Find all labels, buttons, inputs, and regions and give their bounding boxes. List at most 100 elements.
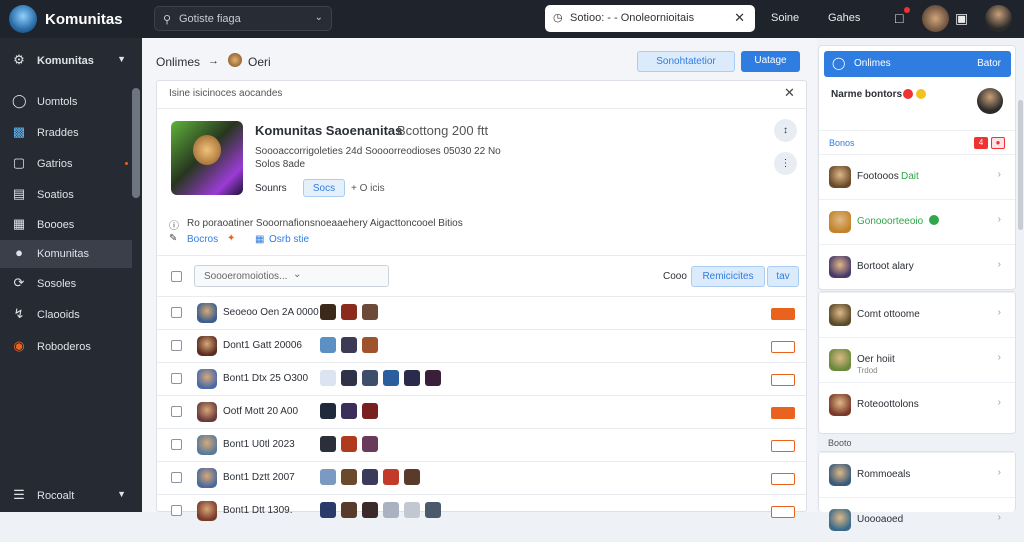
- thumbnail-image[interactable]: [320, 304, 336, 320]
- thumbnail-image[interactable]: [362, 304, 378, 320]
- row-checkbox[interactable]: [171, 373, 182, 384]
- sidebar-item-1[interactable]: ◯ Uomtols: [0, 88, 132, 116]
- sidebar-item-2[interactable]: ▩ Rraddes: [0, 119, 132, 147]
- row-action-button[interactable]: [771, 374, 795, 386]
- table-row[interactable]: Bont1 Dztt 2007: [157, 461, 806, 494]
- row-checkbox[interactable]: [171, 340, 182, 351]
- table-row[interactable]: Bont1 U0tl 2023: [157, 428, 806, 461]
- table-row[interactable]: Ootf Mott 20 A00: [157, 395, 806, 428]
- thumbnail-image[interactable]: [320, 370, 336, 386]
- right-list-item[interactable]: Footooos › Dait: [819, 154, 1015, 199]
- thumbnail-image[interactable]: [341, 469, 357, 485]
- chevron-right-icon[interactable]: ›: [998, 307, 1001, 318]
- breadcrumb-second[interactable]: Oeri: [248, 55, 271, 69]
- thumbnail-image[interactable]: [341, 436, 357, 452]
- user-avatar-small[interactable]: [922, 5, 949, 32]
- filter-button[interactable]: Remicicites: [691, 266, 765, 287]
- chevron-right-icon[interactable]: ›: [998, 214, 1001, 225]
- sidebar-item-7[interactable]: ⟳ Sosoles: [0, 270, 132, 298]
- chevron-right-icon[interactable]: ›: [998, 467, 1001, 478]
- more-icon[interactable]: ⋮: [774, 152, 797, 175]
- sidebar-item-3[interactable]: ▢ Gatrios: [0, 150, 132, 178]
- thumbnail-image[interactable]: [320, 337, 336, 353]
- thumbnail-image[interactable]: [320, 436, 336, 452]
- thumbnail-image[interactable]: [320, 502, 336, 518]
- thumbnail-image[interactable]: [341, 337, 357, 353]
- chevron-down-icon[interactable]: ⌄: [315, 12, 323, 23]
- table-row[interactable]: Seoeoo Oen 2A 0000: [157, 296, 806, 329]
- search-box[interactable]: ⚲ Gotiste fiaga ⌄: [154, 6, 332, 31]
- close-icon[interactable]: ✕: [734, 10, 745, 26]
- table-row[interactable]: Dont1 Gatt 20006: [157, 329, 806, 362]
- chevron-right-icon[interactable]: ›: [998, 397, 1001, 408]
- thumbnail-image[interactable]: [341, 304, 357, 320]
- chevron-right-icon[interactable]: ›: [998, 259, 1001, 270]
- row-action-button[interactable]: [771, 308, 795, 320]
- online-header-button[interactable]: ◯ Onlimes Bator: [824, 51, 1011, 77]
- topbar-link-1[interactable]: Soine: [771, 12, 799, 24]
- select-all-checkbox[interactable]: [171, 271, 182, 282]
- row-checkbox[interactable]: [171, 439, 182, 450]
- sidebar-scrollbar[interactable]: [132, 88, 140, 198]
- row-checkbox[interactable]: [171, 472, 182, 483]
- thumbnail-image[interactable]: [425, 370, 441, 386]
- secondary-action-button[interactable]: Sonohtatetior: [637, 51, 735, 72]
- sidebar-footer[interactable]: ☰ Rocoalt ▼: [0, 482, 132, 510]
- filter-small-button[interactable]: tav: [767, 266, 799, 287]
- thumbnail-image[interactable]: [383, 370, 399, 386]
- table-row[interactable]: Bont1 Dtx 25 O300: [157, 362, 806, 395]
- thumbnail-image[interactable]: [320, 469, 336, 485]
- notification-icon[interactable]: □: [895, 7, 910, 26]
- row-checkbox[interactable]: [171, 505, 182, 516]
- thumbnail-image[interactable]: [341, 370, 357, 386]
- thumbnail-image[interactable]: [341, 403, 357, 419]
- row-action-button[interactable]: [771, 341, 795, 353]
- link-2[interactable]: Osrb stie: [269, 234, 309, 245]
- thumbnail-image[interactable]: [362, 370, 378, 386]
- chevron-right-icon[interactable]: ›: [998, 169, 1001, 180]
- expand-icon[interactable]: ↕: [774, 119, 797, 142]
- row-action-button[interactable]: [771, 473, 795, 485]
- link-1[interactable]: Bocros: [187, 234, 218, 245]
- thumbnail-image[interactable]: [404, 370, 420, 386]
- user-avatar[interactable]: [977, 88, 1003, 114]
- row-checkbox[interactable]: [171, 406, 182, 417]
- row-action-button[interactable]: [771, 506, 795, 518]
- chevron-right-icon[interactable]: ›: [998, 512, 1001, 523]
- active-tab[interactable]: ◷ Sotioo: - - Onoleornioitais ✕: [545, 5, 755, 32]
- thumbnail-image[interactable]: [383, 469, 399, 485]
- sidebar-item-8[interactable]: ↯ Claooids: [0, 301, 132, 329]
- thumbnail-image[interactable]: [341, 502, 357, 518]
- row-checkbox[interactable]: [171, 307, 182, 318]
- thumbnail-image[interactable]: [362, 436, 378, 452]
- primary-action-button[interactable]: Uatage: [741, 51, 800, 72]
- thumbnail-image[interactable]: [362, 403, 378, 419]
- row-action-button[interactable]: [771, 407, 795, 419]
- right-list-item[interactable]: Bortoot alary ›: [819, 244, 1015, 289]
- profile-avatar[interactable]: [985, 5, 1012, 32]
- thumbnail-image[interactable]: [362, 337, 378, 353]
- right-list-item[interactable]: Comt ottoome ›: [819, 292, 1015, 337]
- sidebar-header[interactable]: ⚙ Komunitas ▼: [0, 47, 132, 75]
- thumbnail-image[interactable]: [404, 502, 420, 518]
- topbar-link-2[interactable]: Gahes: [828, 12, 860, 24]
- right-list-item[interactable]: Uoooaoed ›: [819, 497, 1015, 542]
- hero-tag-button[interactable]: Socs: [303, 179, 345, 197]
- right-list-item[interactable]: Gonooorteeoio ›: [819, 199, 1015, 244]
- thumbnail-image[interactable]: [362, 502, 378, 518]
- thumbnail-image[interactable]: [425, 502, 441, 518]
- close-icon[interactable]: ✕: [784, 85, 795, 101]
- right-list-item[interactable]: Rommoeals ›: [819, 452, 1015, 497]
- thumbnail-image[interactable]: [362, 469, 378, 485]
- sidebar-item-4[interactable]: ▤ Soatios: [0, 181, 132, 209]
- right-list-item[interactable]: Roteoottolons ›: [819, 382, 1015, 427]
- sidebar-item-5[interactable]: ▦ Boooes: [0, 211, 132, 239]
- window-icon[interactable]: ▣: [955, 10, 968, 27]
- thumbnail-image[interactable]: [404, 469, 420, 485]
- sidebar-item-9[interactable]: ◉ Roboderos: [0, 333, 132, 361]
- chevron-right-icon[interactable]: ›: [998, 352, 1001, 363]
- sidebar-item-komunitas[interactable]: ● Komunitas: [0, 240, 132, 268]
- thumbnail-image[interactable]: [383, 502, 399, 518]
- right-scrollbar[interactable]: [1018, 100, 1023, 230]
- thumbnail-image[interactable]: [320, 403, 336, 419]
